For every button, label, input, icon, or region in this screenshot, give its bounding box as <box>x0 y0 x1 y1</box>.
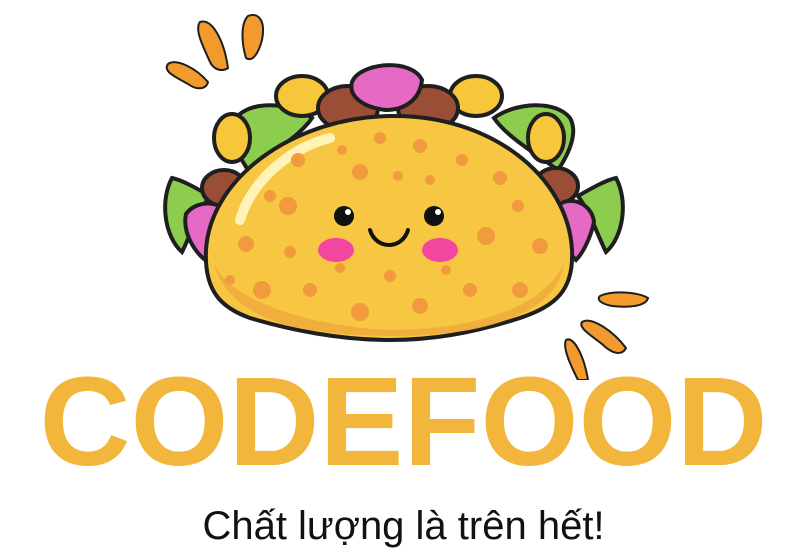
codefood-logo <box>163 14 650 380</box>
motion-lines-top-left-icon <box>165 14 264 90</box>
smiling-taco-icon <box>163 63 625 343</box>
brand-name: CODEFOOD <box>39 351 768 492</box>
brand-tagline: Chất lượng là trên hết! <box>202 504 605 548</box>
